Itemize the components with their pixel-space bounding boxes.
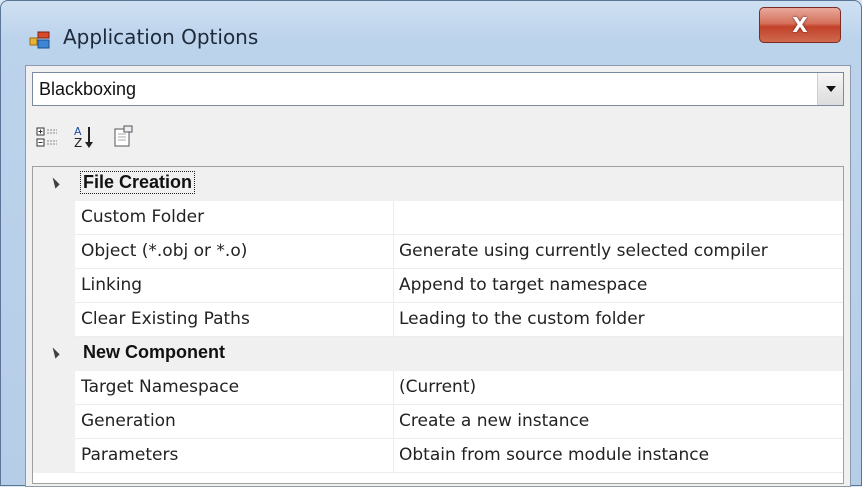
property-row[interactable]: Target Namespace (Current): [33, 371, 843, 405]
row-gutter: [33, 235, 75, 269]
categorized-button[interactable]: [32, 122, 62, 152]
property-value[interactable]: Obtain from source module instance: [399, 445, 709, 465]
property-grid: File Creation Custom Folder Object (*.ob…: [32, 166, 844, 484]
alphabetical-button[interactable]: A Z: [70, 122, 100, 152]
property-row[interactable]: Object (*.obj or *.o) Generate using cur…: [33, 235, 843, 269]
category-label: New Component: [83, 342, 225, 362]
property-name: Custom Folder: [81, 207, 205, 227]
property-name: Target Namespace: [81, 377, 240, 397]
dropdown-button[interactable]: [817, 73, 843, 105]
column-divider[interactable]: [393, 439, 394, 473]
category-file-creation[interactable]: File Creation: [33, 167, 843, 201]
categorized-icon: [36, 127, 57, 147]
column-divider[interactable]: [393, 303, 394, 337]
property-pages-icon: [114, 125, 133, 147]
property-name: Object (*.obj or *.o): [81, 241, 248, 261]
window-title: Application Options: [63, 25, 259, 49]
column-divider[interactable]: [393, 371, 394, 405]
property-value[interactable]: (Current): [399, 377, 476, 397]
property-row[interactable]: Custom Folder: [33, 201, 843, 235]
row-gutter: [33, 405, 75, 439]
column-divider[interactable]: [393, 405, 394, 439]
property-grid-toolbar: A Z: [32, 116, 844, 156]
application-options-window: Application Options X Blackboxing A Z Fi…: [0, 0, 862, 487]
client-area: Blackboxing A Z File Creation Custom Fol…: [25, 65, 851, 487]
svg-text:Z: Z: [74, 136, 82, 150]
close-button[interactable]: X: [759, 7, 841, 43]
category-new-component[interactable]: New Component: [33, 337, 843, 371]
row-gutter: [33, 439, 75, 473]
property-row[interactable]: Clear Existing Paths Leading to the cust…: [33, 303, 843, 337]
row-gutter: [33, 371, 75, 405]
property-name: Generation: [81, 411, 176, 431]
collapse-triangle-icon[interactable]: [48, 347, 60, 359]
title-bar[interactable]: Application Options X: [1, 1, 861, 59]
property-pages-button[interactable]: [108, 122, 138, 152]
property-row[interactable]: Generation Create a new instance: [33, 405, 843, 439]
property-value[interactable]: Generate using currently selected compil…: [399, 241, 768, 261]
object-selector-value: Blackboxing: [39, 79, 137, 99]
property-name: Clear Existing Paths: [81, 309, 250, 329]
alphabetical-sort-icon: A Z: [74, 125, 93, 150]
row-gutter: [33, 201, 75, 235]
property-row[interactable]: Parameters Obtain from source module ins…: [33, 439, 843, 473]
category-label: File Creation: [79, 171, 196, 194]
chevron-down-icon: [825, 86, 836, 92]
property-name: Linking: [81, 275, 143, 295]
application-options-icon: [29, 31, 50, 49]
object-selector-combobox[interactable]: Blackboxing: [32, 72, 844, 106]
property-value[interactable]: Append to target namespace: [399, 275, 647, 295]
row-gutter: [33, 303, 75, 337]
close-icon: X: [792, 13, 808, 37]
column-divider[interactable]: [393, 235, 394, 269]
property-name: Parameters: [81, 445, 179, 465]
property-row[interactable]: Linking Append to target namespace: [33, 269, 843, 303]
property-value[interactable]: Create a new instance: [399, 411, 589, 431]
column-divider[interactable]: [393, 269, 394, 303]
collapse-triangle-icon[interactable]: [48, 177, 60, 189]
property-value[interactable]: Leading to the custom folder: [399, 309, 645, 329]
row-gutter: [33, 269, 75, 303]
column-divider[interactable]: [393, 201, 394, 235]
